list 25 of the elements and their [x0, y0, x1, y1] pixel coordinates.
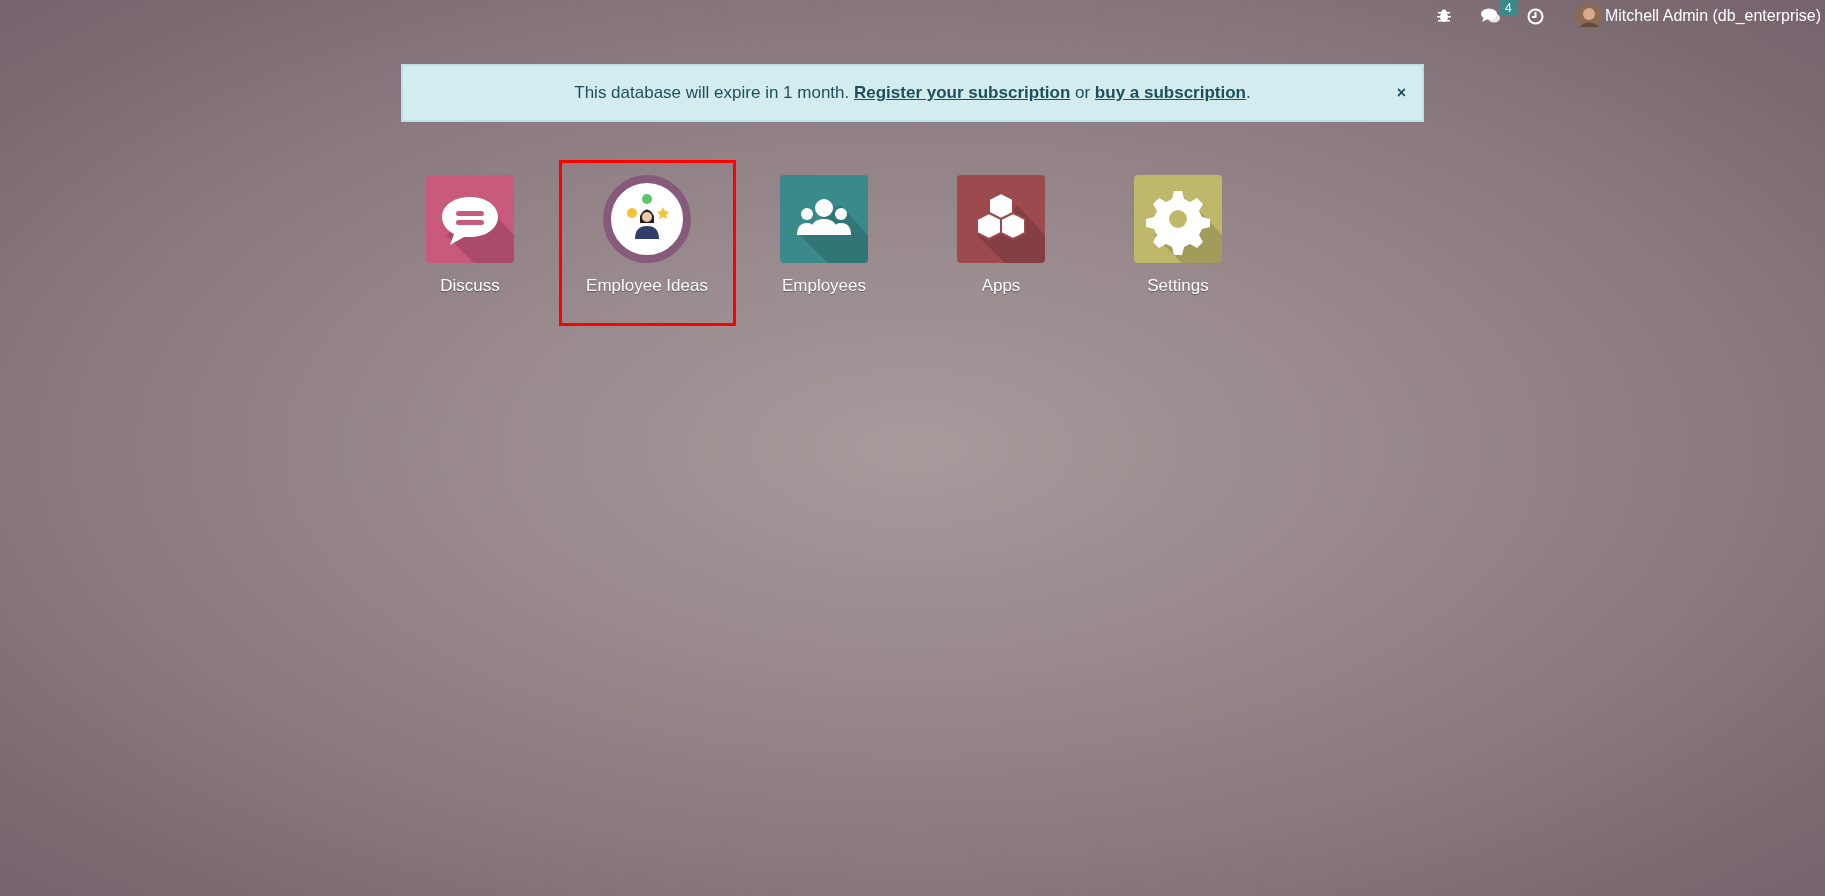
app-tile[interactable]: Employee Ideas: [558, 160, 736, 326]
subscription-link[interactable]: Register your subscription: [853, 83, 1071, 103]
app-label: Settings: [1147, 275, 1209, 297]
app-label: Employees: [781, 275, 867, 297]
app-tile[interactable]: Settings: [1089, 160, 1267, 326]
person-ideas-icon: [603, 175, 691, 263]
clock-icon[interactable]: [1526, 7, 1544, 25]
app-label: Apps: [981, 275, 1021, 297]
bug-icon[interactable]: [1436, 9, 1451, 23]
close-button[interactable]: ×: [1396, 85, 1406, 101]
cubes-icon: [976, 191, 1026, 241]
expiry-message: This database will expire in 1 month. Register your subscription or buy a subscription.: [574, 82, 1251, 105]
app-tile[interactable]: Employees: [735, 160, 913, 326]
people-icon: [797, 199, 851, 235]
app-label: Discuss: [440, 275, 500, 297]
app-label: Employee Ideas: [586, 275, 708, 297]
app-tile[interactable]: Discuss: [381, 160, 559, 326]
avatar[interactable]: [1575, 3, 1602, 29]
speech-bubble-icon: [442, 197, 498, 245]
gear-icon: [1146, 191, 1210, 255]
notification-badge: 4: [1499, 0, 1517, 16]
subscription-link[interactable]: buy a subscription: [1094, 83, 1246, 103]
user-name[interactable]: Mitchell Admin (db_enterprise): [1604, 4, 1821, 28]
chat-icon[interactable]: [1480, 8, 1501, 24]
app-tile[interactable]: Apps: [912, 160, 1090, 326]
